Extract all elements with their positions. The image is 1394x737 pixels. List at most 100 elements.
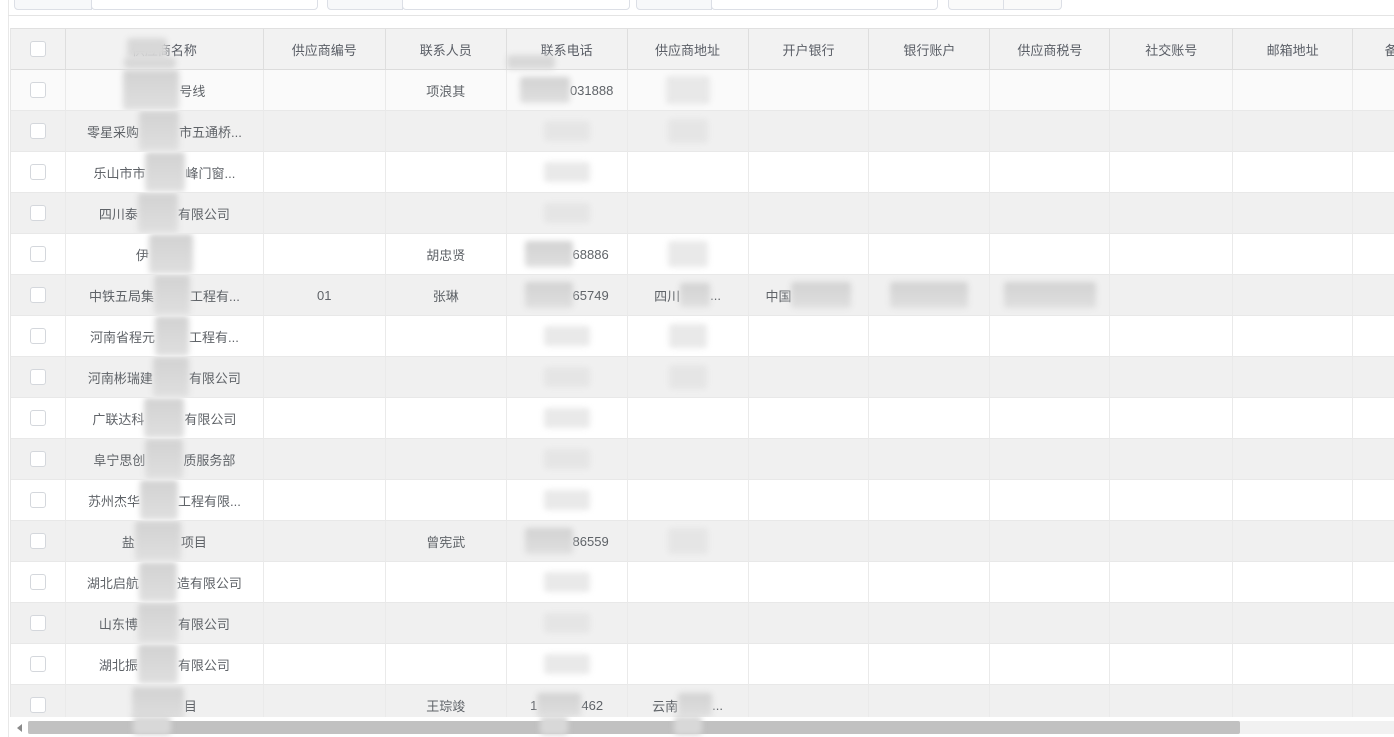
table-row: 阜宁思创质服务部 [11, 439, 1394, 480]
cell-tax [990, 357, 1110, 398]
cell-code [264, 193, 386, 234]
row-checkbox[interactable] [30, 656, 46, 672]
cell-email [1233, 603, 1353, 644]
row-checkbox[interactable] [30, 287, 46, 303]
cell-check [11, 152, 66, 193]
query-field-2-input[interactable] [402, 0, 630, 10]
cell-address [628, 480, 749, 521]
row-checkbox[interactable] [30, 615, 46, 631]
redacted-blur [669, 365, 707, 389]
row-checkbox[interactable] [30, 410, 46, 426]
cell-email [1233, 398, 1353, 439]
table-row: 河南省程元工程有... [11, 316, 1394, 357]
query-button-1[interactable] [948, 0, 1005, 10]
cell-bank [749, 480, 870, 521]
cell-account [869, 685, 990, 717]
cell-tax [990, 275, 1110, 316]
row-checkbox[interactable] [30, 123, 46, 139]
column-header-contact: 联系人员 [386, 29, 507, 70]
cell-address [628, 70, 749, 111]
scrollbar-thumb[interactable] [28, 721, 1240, 734]
cell-address: 四川... [628, 275, 749, 316]
query-field-3-input[interactable] [711, 0, 938, 10]
cell-name: 目 [66, 685, 264, 717]
row-checkbox[interactable] [30, 205, 46, 221]
table-header-row: 供应商名称供应商编号联系人员联系电话供应商地址开户银行银行账户供应商税号社交账号… [11, 29, 1394, 70]
cell-tax [990, 234, 1110, 275]
cell-phone [507, 480, 628, 521]
cell-social [1110, 316, 1233, 357]
redacted-blur [525, 528, 573, 554]
cell-account [869, 521, 990, 562]
arrow-left-icon [17, 724, 22, 732]
horizontal-scrollbar [10, 721, 1394, 734]
cell-text: 四川 [654, 286, 680, 305]
column-header-label: 邮箱地址 [1267, 40, 1319, 59]
cell-note [1353, 521, 1394, 562]
table-row: 零星采购市五通桥... [11, 111, 1394, 152]
select-all-checkbox[interactable] [30, 41, 46, 57]
redacted-blur [520, 77, 570, 103]
cell-social [1110, 357, 1233, 398]
query-button-2[interactable] [1003, 0, 1062, 10]
cell-text: 有限公司 [178, 614, 230, 633]
scroll-left-button[interactable] [10, 721, 28, 734]
cell-code [264, 480, 386, 521]
cell-check [11, 111, 66, 152]
row-checkbox[interactable] [30, 328, 46, 344]
cell-check [11, 316, 66, 357]
cell-note [1353, 275, 1394, 316]
cell-code [264, 111, 386, 152]
cell-name: 湖北启航造有限公司 [66, 562, 264, 603]
redacted-blur [544, 449, 590, 469]
cell-contact [386, 480, 507, 521]
cell-phone [507, 111, 628, 152]
cell-check [11, 275, 66, 316]
cell-note [1353, 234, 1394, 275]
cell-address [628, 521, 749, 562]
cell-phone: 1462 [507, 685, 628, 717]
table-row: 盐项目曾宪武86559 [11, 521, 1394, 562]
cell-text: 86559 [573, 534, 609, 549]
row-checkbox[interactable] [30, 451, 46, 467]
redacted-blur [139, 111, 179, 151]
cell-code [264, 603, 386, 644]
cell-text: 广联达科 [92, 409, 144, 428]
cell-social [1110, 234, 1233, 275]
row-checkbox[interactable] [30, 369, 46, 385]
row-checkbox[interactable] [30, 246, 46, 262]
cell-social [1110, 685, 1233, 717]
cell-text: 伊 [136, 245, 149, 264]
redacted-blur [154, 275, 190, 315]
table-row: 伊胡忠贤68886 [11, 234, 1394, 275]
cell-text: 中国 [765, 286, 791, 305]
query-field-3-label [636, 0, 712, 10]
row-checkbox[interactable] [30, 164, 46, 180]
query-field-1-input[interactable] [91, 0, 318, 10]
row-checkbox[interactable] [30, 82, 46, 98]
cell-address [628, 234, 749, 275]
redacted-blur [525, 241, 573, 267]
redacted-blur [668, 528, 708, 554]
cell-check [11, 644, 66, 685]
cell-account [869, 603, 990, 644]
cell-email [1233, 521, 1353, 562]
redacted-blur [135, 521, 181, 561]
row-checkbox[interactable] [30, 492, 46, 508]
redacted-blur [678, 693, 712, 717]
cell-text: 1 [530, 698, 537, 713]
column-header-label: 银行账户 [903, 40, 955, 59]
row-checkbox[interactable] [30, 697, 46, 713]
cell-account [869, 234, 990, 275]
cell-contact [386, 644, 507, 685]
redacted-blur [140, 480, 178, 520]
row-checkbox[interactable] [30, 574, 46, 590]
row-checkbox[interactable] [30, 533, 46, 549]
cell-text: 王琮竣 [426, 696, 465, 715]
cell-email [1233, 644, 1353, 685]
cell-check [11, 562, 66, 603]
cell-contact: 王琮竣 [386, 685, 507, 717]
cell-social [1110, 152, 1233, 193]
cell-text: 01 [317, 288, 331, 303]
table-row: 乐山市市峰门窗... [11, 152, 1394, 193]
